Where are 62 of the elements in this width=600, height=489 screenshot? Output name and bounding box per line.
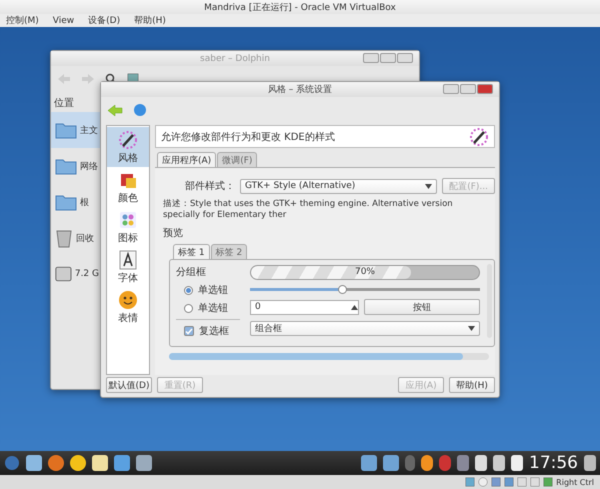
maximize-button[interactable] [460,84,476,94]
menu-item[interactable]: View [52,16,74,26]
dialog-button[interactable]: 帮助(H) [449,377,495,393]
brush-icon [469,126,489,146]
menu-item[interactable]: 控制(M) [6,14,39,27]
sidebar-item[interactable]: 字体 [107,247,149,287]
sidebar-item[interactable]: 图标 [107,207,149,247]
combo-box[interactable]: 组合框 [250,321,480,336]
clock: 17:56 [529,453,578,473]
push-button[interactable]: 按钮 [364,299,480,316]
section-label: 预览 [163,227,184,240]
field-label: 部件样式： [184,180,235,193]
dialog-button[interactable]: 默认值(D) [106,377,152,393]
sidebar-item[interactable]: 表情 [107,287,149,327]
place-item[interactable]: 回收 [51,220,103,256]
place-item[interactable]: 7.2 G [51,256,103,292]
spin-box[interactable]: 0 [250,300,358,315]
network-folder-icon [55,157,77,175]
scrollbar[interactable] [169,353,489,360]
close-button[interactable] [477,84,493,94]
minimize-button[interactable] [363,53,379,63]
tab[interactable]: 标签 2 [210,244,248,260]
back-arrow-icon[interactable] [107,104,123,116]
icons-icon [118,210,138,230]
home-folder-icon [55,121,77,139]
description-text: 允许您修改部件行为和更改 KDE的样式 [161,130,335,144]
place-item[interactable]: 根 [51,184,103,220]
window-title: 风格 – 系统设置 [101,82,499,97]
brush-icon [118,130,138,150]
menu-item[interactable]: 帮助(H) [134,14,166,27]
close-button[interactable] [397,53,413,63]
section-label: 位置 [53,96,75,111]
checkbox-label: 复选框 [199,324,229,338]
menu-item[interactable]: 设备(D) [88,14,120,27]
radio-label: 单选钮 [198,284,228,298]
checkbox[interactable] [184,326,194,336]
dropdown-arrow-icon [468,326,475,332]
place-item[interactable]: 网络 [51,148,103,184]
window-title: Mandriva [正在运行] - Oracle VM VirtualBox [0,0,600,14]
radio-label: 单选钮 [198,302,228,316]
radio-button[interactable] [184,304,193,313]
style-dropdown[interactable]: GTK+ Style (Alternative) [240,178,438,194]
progress-text: 70% [354,267,376,278]
slider-handle[interactable] [338,285,347,294]
place-item[interactable]: 主文 [51,112,103,148]
tab[interactable]: 微调(F) [217,152,258,167]
maximize-button[interactable] [380,53,396,63]
spin-arrow-icon [350,304,358,310]
minimize-button[interactable] [443,84,459,94]
group-label: 分组框 [176,266,207,280]
font-icon [119,250,137,270]
sidebar-item[interactable]: 颜色 [107,167,149,207]
checkmark-icon [185,328,193,335]
tab[interactable]: 标签 1 [173,244,210,260]
sidebar-item[interactable]: 风格 [107,127,149,167]
dropdown-arrow-icon [425,184,432,188]
window-title: saber – Dolphin [51,51,419,66]
tab[interactable]: 应用程序(A) [157,152,216,167]
host-key-text: Right Ctrl [556,478,594,486]
smiley-icon [118,290,138,310]
radio-button[interactable] [184,286,193,295]
style-description: 描述：Style that uses the GTK+ theming engine. Alternative version specially for Elementary ther [163,199,454,220]
